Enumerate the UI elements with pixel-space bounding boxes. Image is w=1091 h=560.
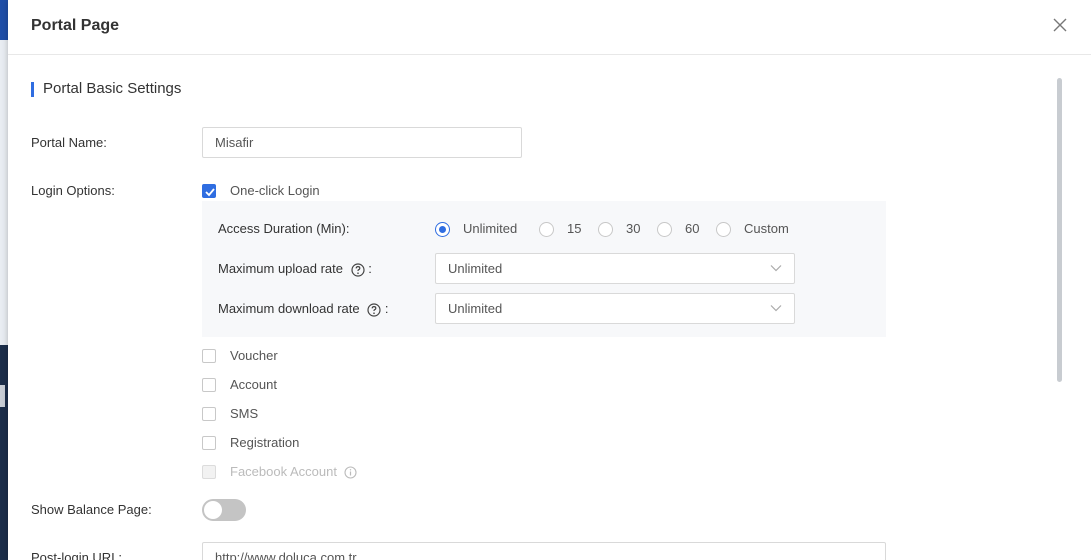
scrollbar-thumb[interactable]	[1057, 78, 1062, 382]
duration-radio-15[interactable]	[539, 222, 554, 237]
duration-radio-30[interactable]	[598, 222, 613, 237]
download-rate-select[interactable]: Unlimited	[435, 293, 795, 324]
portal-page-modal: Portal Page Portal Basic Settings Portal…	[8, 0, 1091, 560]
modal-header: Portal Page	[8, 0, 1091, 55]
duration-option-custom: Custom	[744, 221, 789, 236]
toggle-knob	[204, 501, 222, 519]
account-checkbox[interactable]	[202, 378, 216, 392]
portal-name-label: Portal Name:	[31, 135, 107, 150]
registration-checkbox[interactable]	[202, 436, 216, 450]
balance-page-label: Show Balance Page:	[31, 502, 152, 517]
duration-option-30: 30	[626, 221, 641, 236]
modal-title: Portal Page	[31, 17, 120, 34]
sms-label: SMS	[230, 406, 259, 421]
upload-rate-colon: :	[368, 261, 372, 276]
help-icon	[351, 262, 365, 277]
help-icon	[367, 302, 381, 317]
duration-option-unlimited: Unlimited	[463, 221, 518, 236]
background-dark-strip	[0, 345, 8, 560]
duration-option-60: 60	[685, 221, 700, 236]
download-rate-label: Maximum download rate	[218, 301, 360, 316]
voucher-label: Voucher	[230, 348, 278, 363]
duration-radio-60[interactable]	[657, 222, 672, 237]
download-rate-colon: :	[384, 301, 389, 316]
background-fragment	[0, 385, 5, 407]
one-click-login-label: One-click Login	[230, 183, 320, 198]
checkmark-icon	[205, 188, 215, 197]
chevron-down-icon	[770, 265, 782, 272]
close-icon	[1053, 18, 1067, 32]
access-duration-label: Access Duration (Min):	[218, 221, 350, 236]
facebook-account-label: Facebook Account	[230, 464, 337, 479]
download-rate-label-group: Maximum download rate :	[218, 301, 389, 317]
section-accent-bar	[31, 82, 34, 97]
background-sidebar-strip	[0, 40, 8, 345]
balance-page-toggle[interactable]	[202, 499, 246, 521]
facebook-account-label-group: Facebook Account	[230, 464, 357, 479]
chevron-down-icon	[770, 305, 782, 312]
close-button[interactable]	[1051, 16, 1069, 34]
facebook-account-checkbox	[202, 465, 216, 479]
upload-rate-label: Maximum upload rate	[218, 261, 343, 276]
sms-checkbox[interactable]	[202, 407, 216, 421]
account-label: Account	[230, 377, 277, 392]
section-title: Portal Basic Settings	[43, 80, 182, 97]
upload-rate-value: Unlimited	[448, 261, 503, 276]
upload-rate-select[interactable]: Unlimited	[435, 253, 795, 284]
post-login-url-input[interactable]: http://www.doluca.com.tr	[202, 542, 886, 560]
duration-radio-unlimited[interactable]	[435, 222, 450, 237]
post-login-url-label: Post-login URL:	[31, 550, 123, 560]
download-rate-value: Unlimited	[448, 301, 503, 316]
one-click-login-checkbox[interactable]	[202, 184, 216, 198]
registration-label: Registration	[230, 435, 300, 450]
upload-rate-label-group: Maximum upload rate :	[218, 261, 372, 277]
duration-radio-custom[interactable]	[716, 222, 731, 237]
duration-option-15: 15	[567, 221, 582, 236]
portal-name-input[interactable]: Misafir	[202, 127, 522, 158]
voucher-checkbox[interactable]	[202, 349, 216, 363]
info-icon	[344, 466, 357, 479]
login-options-label: Login Options:	[31, 183, 115, 198]
